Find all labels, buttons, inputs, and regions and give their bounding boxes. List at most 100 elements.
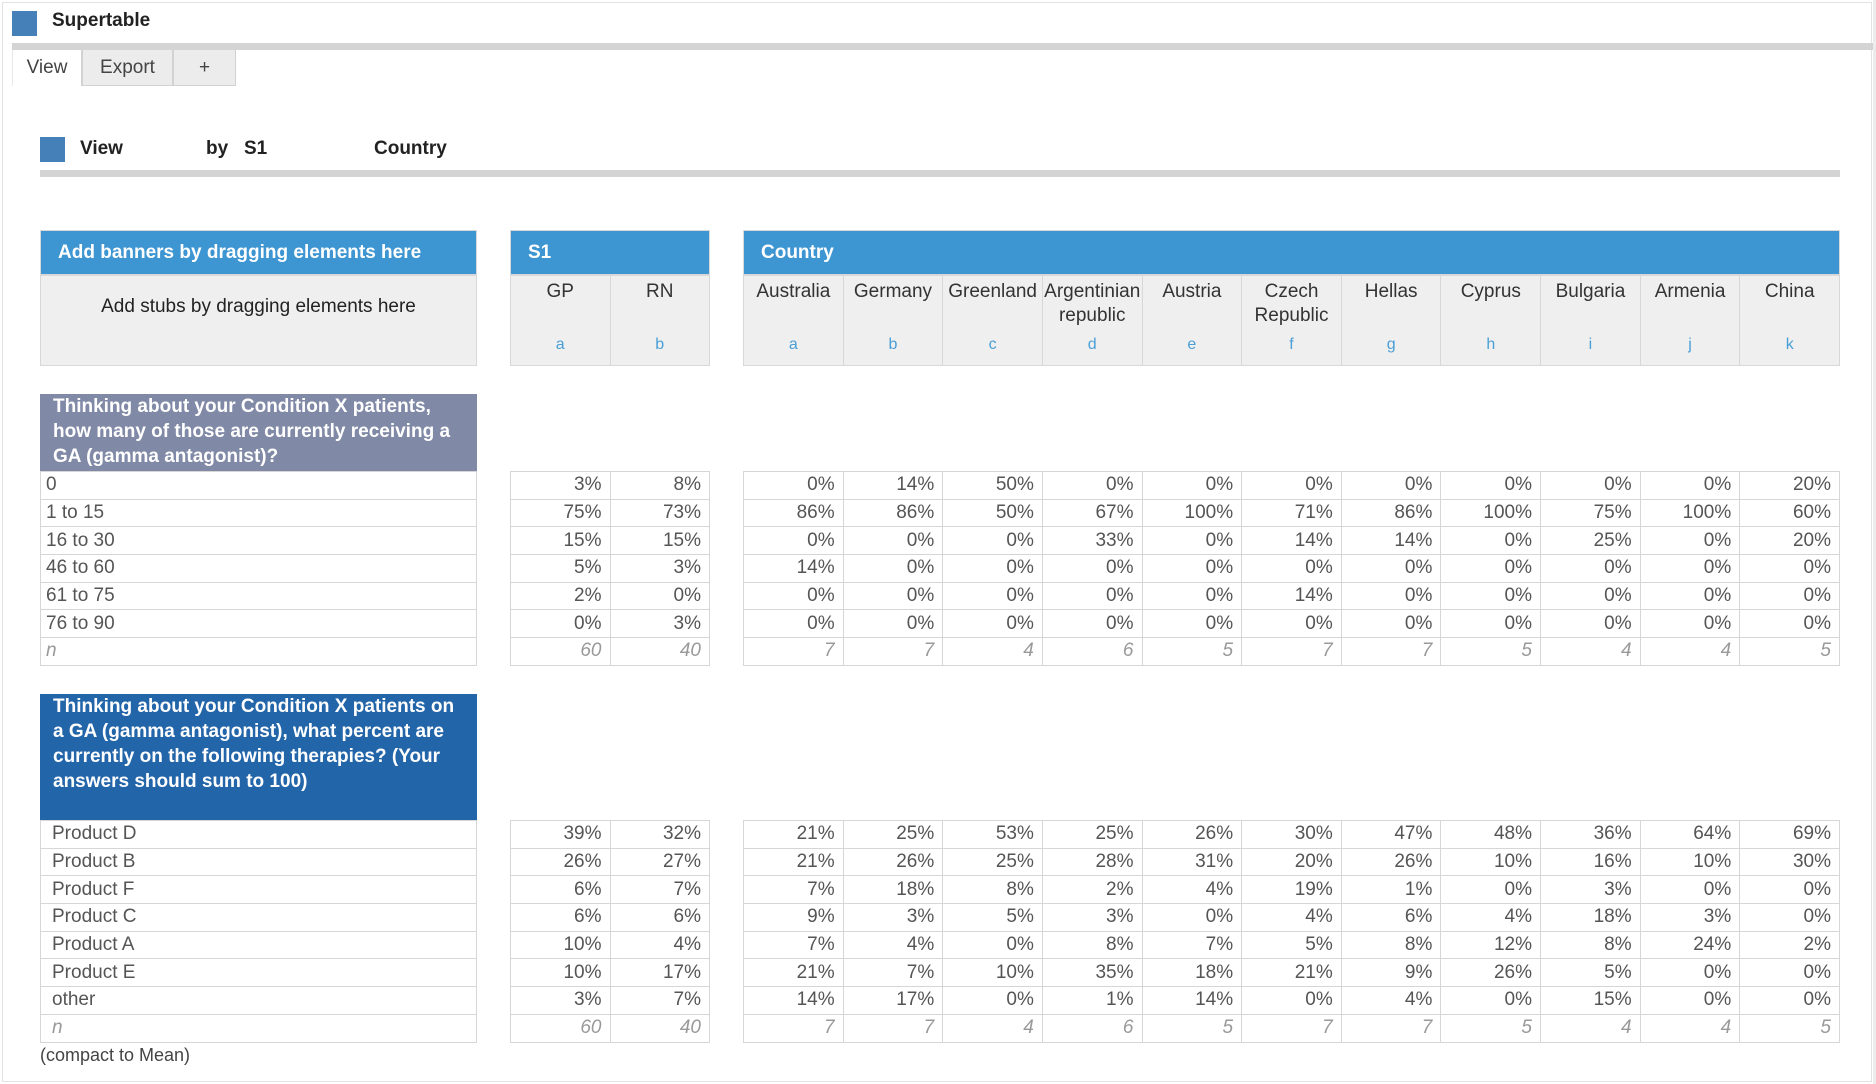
data-cell: 0% bbox=[942, 526, 1043, 556]
banner-country[interactable]: Country Australia a Germany b Greenland c Arge… bbox=[743, 230, 1840, 366]
row-label[interactable]: n bbox=[40, 1013, 477, 1043]
table-row: 0 bbox=[40, 471, 477, 500]
banner-column-header[interactable]: GP a bbox=[511, 276, 611, 365]
data-cell: 26% bbox=[1440, 958, 1541, 988]
row-label[interactable]: Product A bbox=[40, 930, 477, 960]
data-cell: 21% bbox=[743, 958, 844, 988]
data-cell: 0% bbox=[743, 471, 844, 500]
data-cell: 86% bbox=[1340, 498, 1442, 528]
banner-column-header[interactable]: Germany b bbox=[844, 276, 944, 365]
data-cell: 27% bbox=[609, 847, 710, 877]
column-letter: a bbox=[788, 336, 798, 353]
banner-column-header[interactable]: Cyprus h bbox=[1441, 276, 1542, 365]
row-label[interactable]: 1 to 15 bbox=[40, 498, 477, 528]
row-label[interactable]: 61 to 75 bbox=[40, 581, 477, 611]
data-cell: 0% bbox=[1141, 903, 1243, 932]
data-cell: 53% bbox=[942, 820, 1043, 849]
table-row: 0% 0% 0% 0% 0% 14% 0% 0% 0% 0% 0% bbox=[743, 581, 1840, 611]
banner-column-header[interactable]: Bulgaria i bbox=[1541, 276, 1641, 365]
data-cell: 0% bbox=[1639, 875, 1741, 905]
data-cell: 71% bbox=[1241, 498, 1342, 528]
table-row: 39% 32% bbox=[510, 820, 710, 849]
data-cell: 60 bbox=[510, 1013, 611, 1043]
banner-country-header[interactable]: Country bbox=[743, 230, 1840, 274]
data-cell: 0% bbox=[743, 581, 844, 611]
banner-column-header[interactable]: RN b bbox=[611, 276, 710, 365]
column-letter: k bbox=[1785, 336, 1794, 353]
row-label[interactable]: Product F bbox=[40, 875, 477, 905]
question-1-country-table: 0% 14% 50% 0% 0% 0% 0% 0% 0% 0% 20% 86% 86% 50% 67% 100… bbox=[743, 471, 1840, 666]
data-cell: 3% bbox=[1041, 903, 1143, 932]
data-cell: 0% bbox=[510, 609, 611, 639]
data-cell: 17% bbox=[609, 958, 710, 988]
add-banner-drop-target[interactable]: Add banners by dragging elements here bbox=[40, 230, 477, 274]
compact-note: (compact to Mean) bbox=[40, 1045, 191, 1065]
data-cell: 4% bbox=[609, 930, 710, 960]
row-label[interactable]: n bbox=[40, 637, 477, 666]
banner-s1[interactable]: S1 GP a RN b bbox=[510, 230, 710, 366]
row-label[interactable]: other bbox=[40, 986, 477, 1015]
banner-column-header[interactable]: Australia a bbox=[744, 276, 844, 365]
table-row: 26% 27% bbox=[510, 847, 710, 877]
banner-column-header[interactable]: Czech Republic f bbox=[1242, 276, 1342, 365]
row-label[interactable]: Product D bbox=[40, 820, 477, 849]
table-row: 3% 8% bbox=[510, 471, 710, 500]
data-cell: 0% bbox=[942, 986, 1043, 1015]
row-label[interactable]: 76 to 90 bbox=[40, 609, 477, 639]
banner-column-header[interactable]: Greenland c bbox=[943, 276, 1043, 365]
row-label[interactable]: Product B bbox=[40, 847, 477, 877]
data-cell: 3% bbox=[510, 471, 611, 500]
banner-s1-header[interactable]: S1 bbox=[510, 230, 710, 274]
data-cell: 60% bbox=[1739, 498, 1840, 528]
table-row: 7% 18% 8% 2% 4% 19% 1% 0% 3% 0% 0% bbox=[743, 875, 1840, 905]
base-n-row: 60 40 bbox=[510, 637, 710, 666]
data-cell: 100% bbox=[1440, 498, 1541, 528]
data-cell: 0% bbox=[1141, 581, 1243, 611]
question-2-header[interactable]: Thinking about your Condition X patients… bbox=[40, 694, 477, 820]
data-cell: 5 bbox=[1739, 1013, 1840, 1043]
add-tab-button[interactable]: + bbox=[173, 50, 236, 86]
data-cell: 25% bbox=[842, 820, 944, 849]
banner-column-header[interactable]: Armenia j bbox=[1641, 276, 1741, 365]
row-label[interactable]: Product E bbox=[40, 958, 477, 988]
data-cell: 3% bbox=[1639, 903, 1741, 932]
table-row: Product C bbox=[40, 903, 477, 932]
data-cell: 33% bbox=[1041, 526, 1143, 556]
data-cell: 5 bbox=[1141, 637, 1243, 666]
banner-column-header[interactable]: Argentinian republic d bbox=[1043, 276, 1143, 365]
banner-column-header[interactable]: Austria e bbox=[1143, 276, 1243, 365]
data-cell: 26% bbox=[510, 847, 611, 877]
table-row: 21% 26% 25% 28% 31% 20% 26% 10% 16% 10% 30% bbox=[743, 847, 1840, 877]
column-letter: d bbox=[1087, 336, 1097, 353]
data-cell: 21% bbox=[743, 820, 844, 849]
data-cell: 0% bbox=[1141, 609, 1243, 639]
add-stub-drop-target[interactable]: Add stubs by dragging elements here bbox=[40, 274, 477, 366]
row-label[interactable]: 46 to 60 bbox=[40, 554, 477, 583]
tab-view[interactable]: View bbox=[12, 50, 82, 86]
country-label: Country bbox=[374, 138, 447, 159]
data-cell: 7% bbox=[842, 958, 944, 988]
banner-column-header[interactable]: Hellas g bbox=[1342, 276, 1442, 365]
data-cell: 0% bbox=[1241, 609, 1342, 639]
data-cell: 17% bbox=[842, 986, 944, 1015]
table-row: 21% 7% 10% 35% 18% 21% 9% 26% 5% 0% 0% bbox=[743, 958, 1840, 988]
row-label[interactable]: 0 bbox=[40, 471, 477, 500]
question-1-s1-table: 3% 8% 75% 73% 15% 15% 5% 3% 2% 0% 0% 3% 60 40 bbox=[510, 471, 710, 666]
data-cell: 0% bbox=[1739, 609, 1840, 639]
column-label: RN bbox=[646, 281, 674, 302]
tab-export[interactable]: Export bbox=[82, 50, 173, 86]
question-1-header[interactable]: Thinking about your Condition X patients… bbox=[40, 394, 477, 471]
data-cell: 0% bbox=[1739, 554, 1840, 583]
stub-drop-zone[interactable]: Add banners by dragging elements here Ad… bbox=[40, 230, 477, 366]
row-label[interactable]: Product C bbox=[40, 903, 477, 932]
data-cell: 16% bbox=[1540, 847, 1641, 877]
data-cell: 0% bbox=[1141, 471, 1243, 500]
data-cell: 0% bbox=[1639, 554, 1741, 583]
data-cell: 18% bbox=[1141, 958, 1243, 988]
table-row: 86% 86% 50% 67% 100% 71% 86% 100% 75% 100% 60% bbox=[743, 498, 1840, 528]
data-cell: 0% bbox=[1739, 875, 1840, 905]
data-cell: 14% bbox=[1340, 526, 1442, 556]
row-label[interactable]: 16 to 30 bbox=[40, 526, 477, 556]
table-row: 1 to 15 bbox=[40, 498, 477, 528]
banner-column-header[interactable]: China k bbox=[1740, 276, 1839, 365]
